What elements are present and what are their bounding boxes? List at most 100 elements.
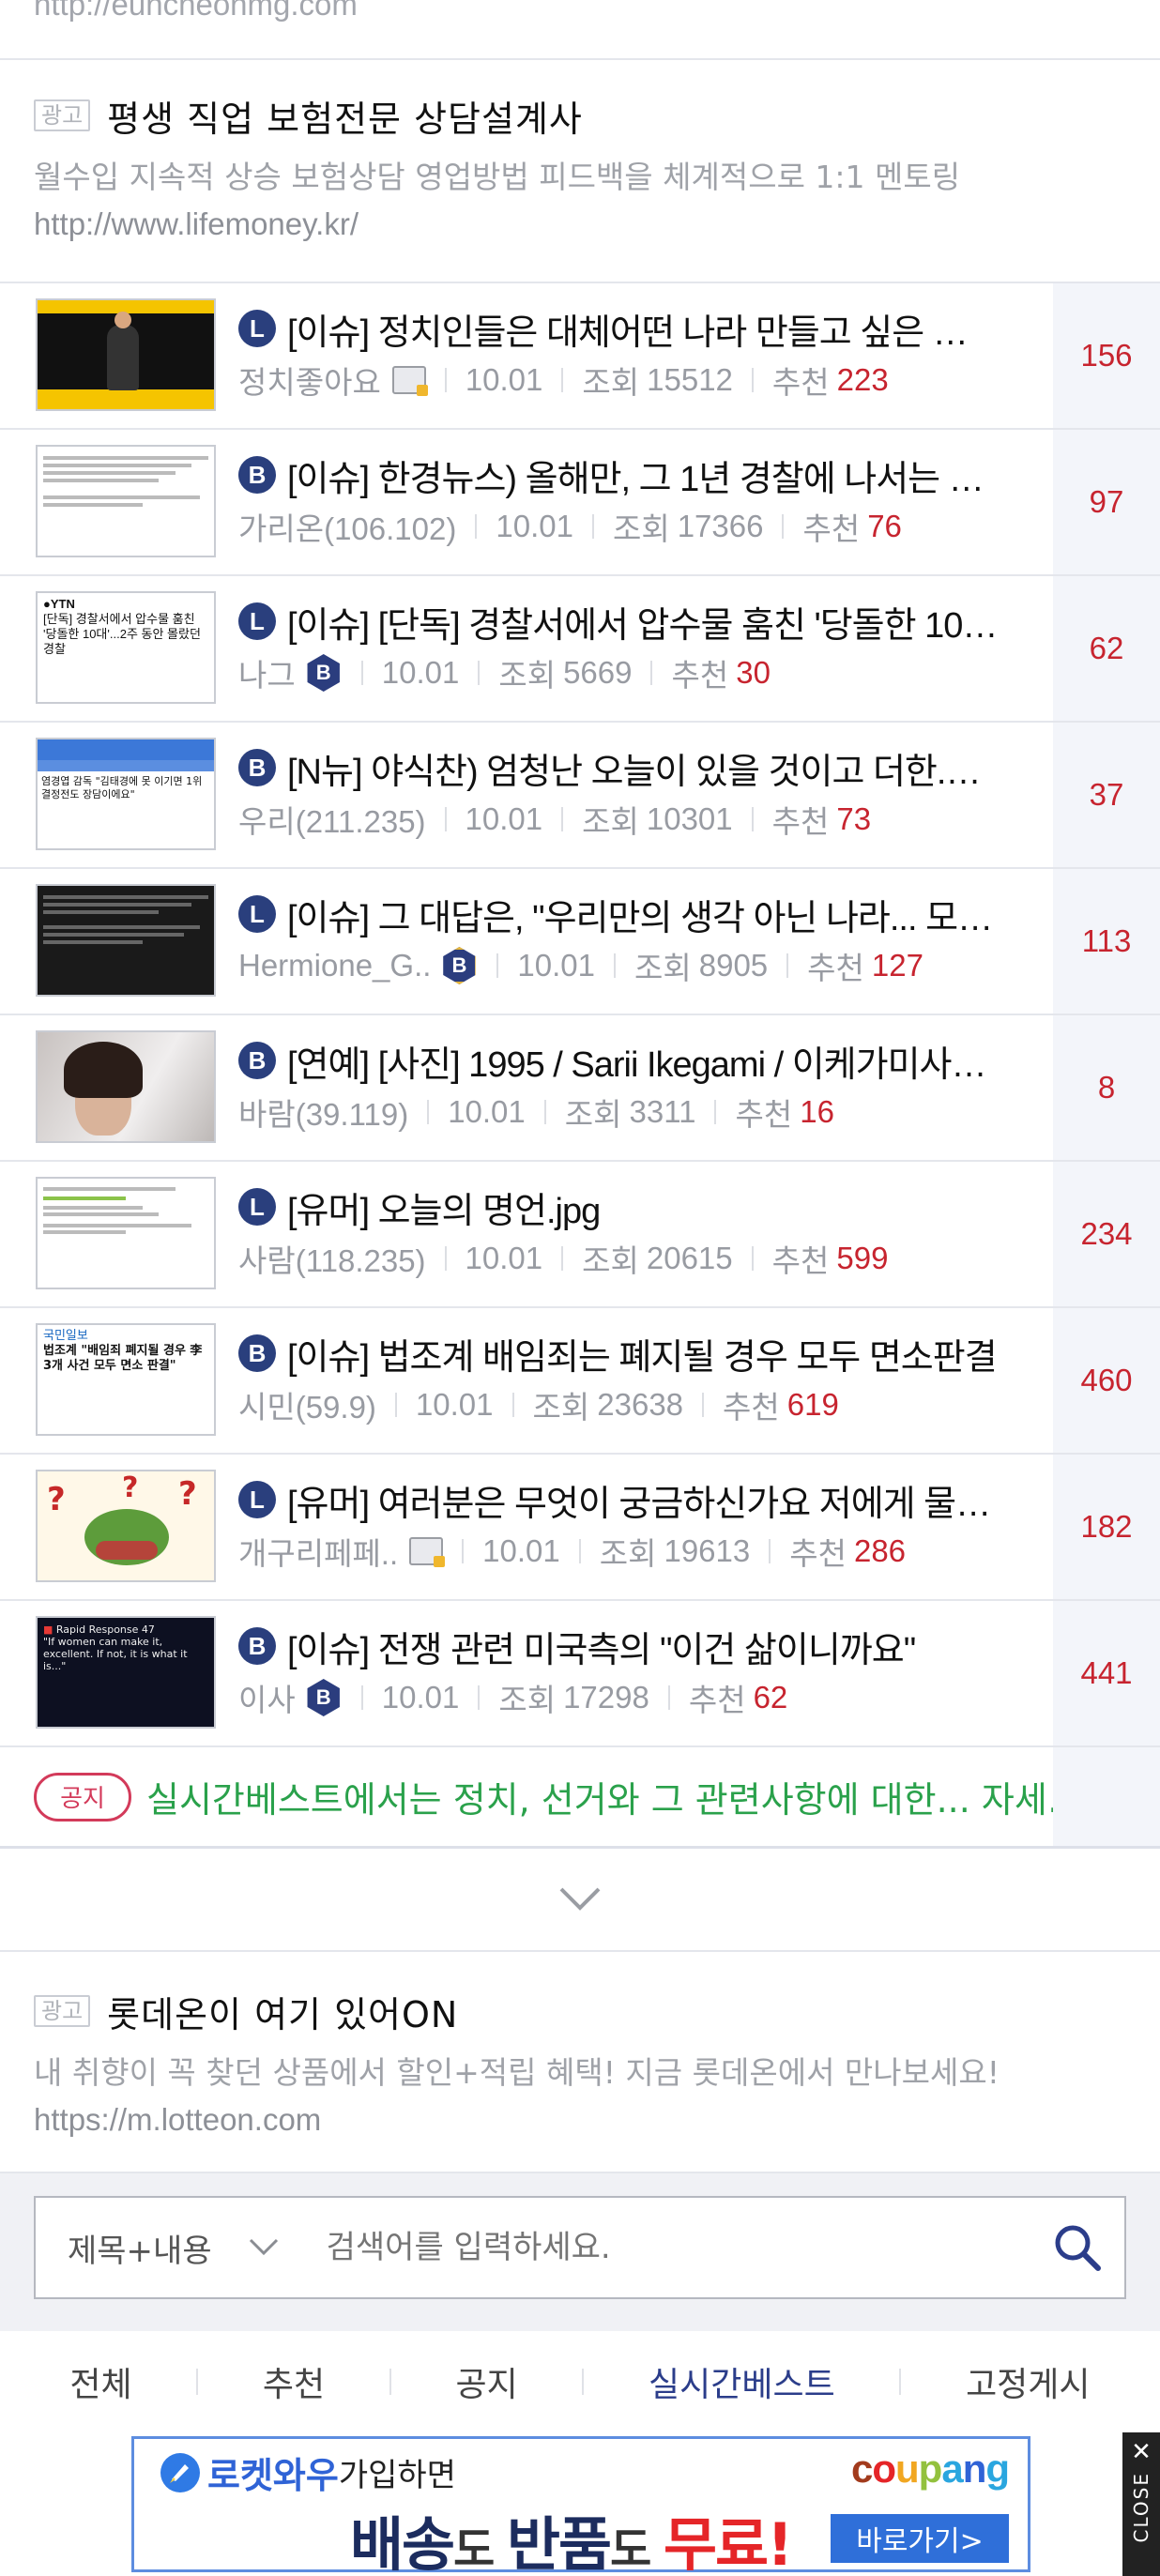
post-views: 19613 — [664, 1533, 751, 1568]
post-comment-count[interactable]: 97 — [1053, 430, 1160, 574]
post-comment-count[interactable]: 8 — [1053, 1015, 1160, 1160]
post-likes: 127 — [871, 948, 923, 983]
post-likes-label: 추천 — [807, 951, 864, 985]
ad-url[interactable]: http://www.lifemoney.kr/ — [34, 206, 1126, 242]
post-comment-count[interactable]: 182 — [1053, 1455, 1160, 1599]
post-views-label: 조회 — [582, 804, 639, 839]
post-thumbnail[interactable]: 염경엽 감독 "김태경에 못 이기면 1위 결정전도 장담이에요" — [36, 738, 216, 850]
post-title[interactable]: [이슈] 그 대답은, "우리만의 생각 아닌 나라... 모든 것들… — [287, 889, 999, 940]
post-views-label: 조회 — [634, 951, 692, 985]
post-level-icon: B — [238, 749, 276, 786]
post-views: 8905 — [698, 948, 769, 983]
post-date: 10.01 — [496, 509, 573, 543]
banner-word-do2: 도 — [610, 2523, 664, 2576]
ad-block-lifemoney[interactable]: 광고 평생 직업 보험전문 상담설계사 월수입 지속적 상승 보험상담 영업방법… — [0, 60, 1160, 283]
post-comment-count[interactable]: 234 — [1053, 1162, 1160, 1306]
ad-title[interactable]: 롯데온이 여기 있어ON — [107, 1986, 458, 2037]
post-title[interactable]: [유머] 여러분은 무엇이 궁금하신가요 저에게 물어보세요 — [287, 1474, 999, 1526]
divider — [360, 1685, 363, 1710]
image-member-icon — [391, 366, 428, 396]
post-views-label: 조회 — [498, 658, 557, 693]
notice-row[interactable]: 공지 실시간베스트에서는 정치, 선거와 그 관련사항에 대한... 자세히… — [0, 1747, 1160, 1849]
post-thumbnail[interactable] — [36, 445, 216, 557]
post-comment-count[interactable]: 441 — [1053, 1601, 1160, 1745]
ad-block-lotteon[interactable]: 광고 롯데온이 여기 있어ON 내 취향이 꼭 찾던 상품에서 할인+적립 혜택… — [0, 1950, 1160, 2173]
post-title[interactable]: [이슈] 정치인들은 대체어떤 나라 만들고 싶은 걸까요? — [287, 303, 999, 355]
post-thumbnail[interactable] — [36, 1030, 216, 1143]
post-thumbnail[interactable]: ??? — [36, 1470, 216, 1582]
post-title[interactable]: [이슈] 법조계 배임죄는 폐지될 경우 모두 면소판결 — [287, 1328, 997, 1379]
ad-top-url[interactable]: http://euncheonmg.com — [0, 0, 1160, 60]
post-row[interactable]: L [이슈] 그 대답은, "우리만의 생각 아닌 나라... 모든 것들… Her… — [0, 869, 1160, 1015]
divider — [561, 368, 564, 392]
ad-description: 월수입 지속적 상승 보험상담 영업방법 피드백을 체계적으로 1:1 멘토링 — [34, 159, 961, 195]
image-member-icon — [409, 1537, 446, 1567]
post-likes-label: 추천 — [771, 365, 830, 400]
divider — [667, 1685, 670, 1710]
post-thumbnail[interactable]: ●YTN [단독] 경찰서에서 압수물 훔친 '당돌한 10대'...2주 동안 … — [36, 591, 216, 704]
footer-nav-item[interactable]: 공지 — [455, 2357, 517, 2406]
post-comment-count[interactable]: 37 — [1053, 723, 1160, 867]
ad-url[interactable]: https://m.lotteon.com — [34, 2102, 1126, 2138]
footer-nav: 전체 추천 공지 실시간베스트 고정게시 — [0, 2331, 1160, 2431]
search-icon[interactable] — [1051, 2221, 1104, 2274]
post-views-label: 조회 — [599, 1536, 657, 1571]
post-row[interactable]: ■ Rapid Response 47 "If women can make it… — [0, 1601, 1160, 1747]
post-row[interactable]: 국민일보 법조계 "배임죄 폐지될 경우 李 3개 사건 모두 면소 판결" B [이… — [0, 1308, 1160, 1455]
close-label: CLOSE — [1130, 2472, 1152, 2543]
post-row[interactable]: L [이슈] 정치인들은 대체어떤 나라 만들고 싶은 걸까요? 정치좋아요 10.0… — [0, 283, 1160, 430]
post-author: 시민(59.9) — [238, 1390, 376, 1425]
divider — [751, 368, 754, 392]
post-title[interactable]: [이슈] [단독] 경찰서에서 압수물 훔친 '당돌한 10대'...2… — [287, 596, 999, 648]
banner-close-button[interactable]: ✕ CLOSE — [1122, 2432, 1160, 2576]
notice-text[interactable]: 실시간베스트에서는 정치, 선거와 그 관련사항에 대한... 자세히… — [146, 1771, 1085, 1822]
post-comment-count[interactable]: 460 — [1053, 1308, 1160, 1453]
footer-nav-item[interactable]: 추천 — [263, 2357, 325, 2406]
post-title[interactable]: [유머] 오늘의 명언.jpg — [287, 1181, 600, 1233]
ad-title[interactable]: 평생 직업 보험전문 상담설계사 — [107, 90, 583, 142]
post-title[interactable]: [연예] [사진] 1995 / Sarii Ikegami / 이케가미사리 … — [287, 1035, 999, 1087]
footer-nav-item[interactable]: 고정게시 — [966, 2357, 1090, 2406]
post-thumbnail[interactable] — [36, 884, 216, 997]
banner-cta-button[interactable]: 바로가기> — [831, 2514, 1009, 2563]
post-thumbnail[interactable]: ■ Rapid Response 47 "If women can make it… — [36, 1616, 216, 1729]
post-row[interactable]: B [연예] [사진] 1995 / Sarii Ikegami / 이케가미사리… — [0, 1015, 1160, 1162]
search-input[interactable] — [326, 2229, 1051, 2266]
post-date: 10.01 — [465, 1241, 543, 1275]
post-row[interactable]: ●YTN [단독] 경찰서에서 압수물 훔친 '당돌한 10대'...2주 동안 … — [0, 576, 1160, 723]
post-thumbnail[interactable] — [36, 1177, 216, 1289]
show-more-button[interactable] — [0, 1849, 1160, 1950]
post-title[interactable]: [이슈] 한경뉴스) 올해만, 그 1년 경찰에 나서는 경정 이… — [287, 450, 999, 501]
post-views: 10301 — [646, 801, 733, 836]
post-row[interactable]: B [이슈] 한경뉴스) 올해만, 그 1년 경찰에 나서는 경정 이… 가리온(1… — [0, 430, 1160, 576]
post-likes: 223 — [836, 362, 889, 397]
divider — [769, 1539, 771, 1563]
post-row[interactable]: L [유머] 오늘의 명언.jpg 사람(118.235) 10.01 조회 20615 추… — [0, 1162, 1160, 1308]
search-scope-select[interactable]: 제목+내용 — [68, 2225, 280, 2271]
post-likes: 619 — [786, 1387, 839, 1422]
ad-badge: 광고 — [34, 1995, 91, 2027]
divider — [899, 2368, 902, 2395]
post-title[interactable]: [이슈] 전쟁 관련 미국측의 "이건 삶이니까요" — [287, 1621, 915, 1672]
ad-url-text[interactable]: http://euncheonmg.com — [34, 0, 358, 22]
coupang-banner[interactable]: 로켓와우 가입하면 coupang 배송도 반품도 무료! 바로가기> ✕ CL… — [0, 2432, 1160, 2576]
post-comment-count[interactable]: 113 — [1053, 869, 1160, 1014]
search-area: 제목+내용 — [0, 2173, 1160, 2331]
divider — [561, 1246, 564, 1271]
post-title[interactable]: [N뉴] 야식찬) 엄청난 오늘이 있을 것이고 더한.gisa — [287, 742, 999, 794]
post-comment-count[interactable]: 62 — [1053, 576, 1160, 721]
post-thumbnail[interactable] — [36, 298, 216, 411]
footer-nav-item[interactable]: 전체 — [69, 2357, 131, 2406]
post-row[interactable]: ??? L [유머] 여러분은 무엇이 궁금하신가요 저에게 물어보세요개구리페페.… — [0, 1455, 1160, 1601]
footer-nav-item[interactable]: 실시간베스트 — [649, 2357, 835, 2406]
post-comment-count[interactable]: 156 — [1053, 283, 1160, 428]
post-thumbnail[interactable]: 국민일보 법조계 "배임죄 폐지될 경우 李 3개 사건 모두 면소 판결" — [36, 1323, 216, 1436]
divider — [444, 807, 447, 831]
notice-badge: 공지 — [34, 1772, 131, 1821]
post-level-icon: L — [238, 310, 276, 347]
post-row[interactable]: 염경엽 감독 "김태경에 못 이기면 1위 결정전도 장담이에요" B [N뉴] 야… — [0, 723, 1160, 869]
post-author: 정치좋아요 — [238, 365, 381, 400]
post-author: 우리(211.235) — [238, 804, 426, 839]
coupang-banner-ad[interactable]: 로켓와우 가입하면 coupang 배송도 반품도 무료! 바로가기> — [131, 2436, 1030, 2576]
post-likes-label: 추천 — [671, 658, 729, 693]
